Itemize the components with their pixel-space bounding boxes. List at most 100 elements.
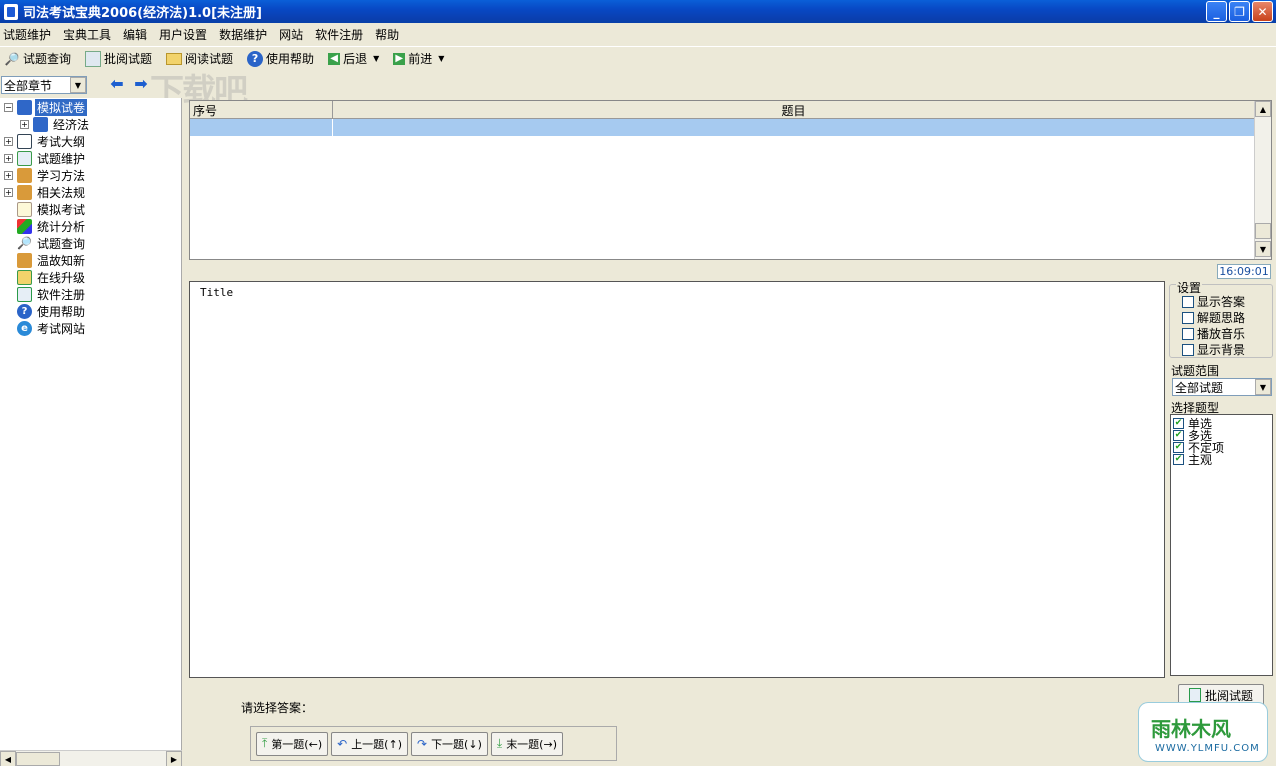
menu-item-edit[interactable]: 编辑 bbox=[123, 26, 147, 43]
close-button[interactable]: ✕ bbox=[1252, 1, 1273, 22]
tree-item-question-maintenance[interactable]: + 试题维护 bbox=[4, 150, 87, 167]
checkbox-checked-icon[interactable]: ✔ bbox=[1173, 441, 1184, 453]
tree-item-exam-website[interactable]: e 考试网站 bbox=[17, 320, 87, 337]
forward-dropdown-icon[interactable]: ▼ bbox=[438, 54, 444, 63]
app-icon bbox=[4, 3, 18, 20]
scroll-thumb[interactable] bbox=[16, 752, 60, 766]
next-question-button[interactable]: ↷ 下一题(↓) bbox=[411, 731, 488, 756]
chapter-select[interactable]: 全部章节 ▼ bbox=[1, 76, 87, 94]
checkbox-checked-icon[interactable]: ✔ bbox=[1173, 453, 1184, 465]
window-title: 司法考试宝典2006(经济法)1.0[未注册] bbox=[23, 6, 262, 21]
column-header-index[interactable]: 序号 bbox=[190, 101, 333, 119]
expand-icon[interactable]: + bbox=[20, 120, 29, 129]
folder-icon bbox=[17, 270, 32, 285]
grade-toolbar-button[interactable]: 批阅试题 bbox=[85, 50, 152, 67]
checkbox-checked-icon[interactable]: ✔ bbox=[1173, 417, 1184, 429]
tree-item-mock-exam[interactable]: 模拟考试 bbox=[17, 201, 87, 218]
help-button[interactable]: ? 使用帮助 bbox=[247, 50, 314, 67]
bag-icon bbox=[17, 185, 32, 200]
title-bar: 司法考试宝典2006(经济法)1.0[未注册] _ ❐ ✕ bbox=[0, 0, 1276, 23]
cubes-icon bbox=[17, 219, 32, 234]
checkbox-icon[interactable] bbox=[1182, 343, 1194, 356]
tree-item-study-methods[interactable]: + 学习方法 bbox=[4, 167, 87, 184]
tree-item-economic-law[interactable]: + 经济法 bbox=[20, 116, 91, 133]
forward-button[interactable]: ▶ 前进 ▼ bbox=[393, 50, 444, 67]
tree-item-question-query[interactable]: 🔎 试题查询 bbox=[17, 235, 87, 252]
tree-item-statistics[interactable]: 统计分析 bbox=[17, 218, 87, 235]
checkbox-icon[interactable] bbox=[1182, 327, 1194, 340]
expand-icon[interactable]: + bbox=[4, 171, 13, 180]
tree-item-help[interactable]: ? 使用帮助 bbox=[17, 303, 87, 320]
tree-item-review[interactable]: 温故知新 bbox=[17, 252, 87, 269]
settings-group: 设置 显示答案 解题思路 播放音乐 显示背景 bbox=[1169, 279, 1273, 358]
menu-item-website[interactable]: 网站 bbox=[279, 26, 303, 43]
checkbox-icon[interactable] bbox=[1182, 295, 1194, 308]
checkbox-icon[interactable] bbox=[1182, 311, 1194, 324]
document-icon bbox=[1188, 688, 1201, 702]
back-dropdown-icon[interactable]: ▼ bbox=[373, 54, 379, 63]
tree-item-mock-papers[interactable]: − 模拟试卷 bbox=[4, 99, 88, 116]
chevron-down-icon[interactable]: ▼ bbox=[1255, 379, 1271, 395]
menu-item-help[interactable]: 帮助 bbox=[375, 26, 399, 43]
tree-item-related-laws[interactable]: + 相关法规 bbox=[4, 184, 87, 201]
timer: 16:09:01 bbox=[1217, 264, 1271, 279]
query-button[interactable]: 🔎 试题查询 bbox=[4, 50, 72, 67]
scroll-up-icon[interactable]: ▲ bbox=[1255, 101, 1271, 117]
magnifier-icon: 🔎 bbox=[4, 51, 20, 66]
tree-item-syllabus[interactable]: + 考试大纲 bbox=[4, 133, 87, 150]
open-book-icon bbox=[17, 134, 32, 149]
question-list: 序号 题目 ▲ ▼ bbox=[189, 100, 1272, 260]
logo-url: WWW.YLMFU.COM bbox=[1155, 743, 1260, 754]
scroll-left-icon[interactable]: ◀ bbox=[0, 751, 16, 766]
previous-question-button[interactable]: ↶ 上一题(↑) bbox=[331, 731, 408, 756]
column-header-title[interactable]: 题目 bbox=[333, 101, 1255, 119]
document-icon bbox=[17, 287, 32, 302]
question-text-panel[interactable]: Title bbox=[189, 281, 1165, 678]
checkbox-show-background[interactable]: 显示背景 bbox=[1182, 341, 1245, 358]
browser-icon: e bbox=[17, 321, 32, 336]
menu-item-data-maintenance[interactable]: 数据维护 bbox=[219, 26, 267, 43]
tree-horizontal-scrollbar[interactable]: ◀ ▶ bbox=[0, 750, 182, 766]
logo-name: 雨林木风 bbox=[1151, 717, 1231, 741]
checkbox-solution-hints[interactable]: 解题思路 bbox=[1182, 309, 1245, 326]
type-item-subjective[interactable]: ✔ 主观 bbox=[1173, 453, 1212, 467]
expand-icon[interactable]: + bbox=[4, 154, 13, 163]
collapse-icon[interactable]: − bbox=[4, 103, 13, 112]
minimize-button[interactable]: _ bbox=[1206, 1, 1227, 22]
book-icon bbox=[33, 117, 48, 132]
folder-icon bbox=[166, 52, 183, 65]
redo-arrow-icon: ↷ bbox=[417, 736, 428, 751]
menu-item-user-settings[interactable]: 用户设置 bbox=[159, 26, 207, 43]
navigation-tree: − 模拟试卷 + 经济法 + 考试大纲 + 试题维护 + 学习方法 + 相关法规… bbox=[0, 98, 182, 750]
tree-back-icon[interactable]: ⬅ bbox=[108, 74, 126, 93]
scroll-down-icon[interactable]: ▼ bbox=[1255, 241, 1271, 257]
last-question-button[interactable]: ⤓ 末一题(→) bbox=[490, 731, 563, 756]
checkbox-play-music[interactable]: 播放音乐 bbox=[1182, 325, 1245, 342]
tree-item-online-upgrade[interactable]: 在线升级 bbox=[17, 269, 87, 286]
menu-item-tools[interactable]: 宝典工具 bbox=[63, 26, 111, 43]
grid-vertical-scrollbar[interactable]: ▲ ▼ bbox=[1254, 101, 1271, 259]
cell-index bbox=[190, 119, 333, 136]
checkbox-show-answer[interactable]: 显示答案 bbox=[1182, 293, 1245, 310]
back-arrow-icon: ◀ bbox=[328, 52, 341, 65]
menu-item-registration[interactable]: 软件注册 bbox=[315, 26, 363, 43]
tree-forward-icon[interactable]: ➡ bbox=[132, 74, 150, 93]
restore-button[interactable]: ❐ bbox=[1229, 1, 1250, 22]
expand-icon[interactable]: + bbox=[4, 188, 13, 197]
chevron-down-icon[interactable]: ▼ bbox=[70, 77, 86, 93]
scroll-right-icon[interactable]: ▶ bbox=[166, 751, 182, 766]
menu-bar: 试题维护 宝典工具 编辑 用户设置 数据维护 网站 软件注册 帮助 bbox=[0, 24, 1276, 44]
back-button[interactable]: ◀ 后退 ▼ bbox=[328, 50, 379, 67]
expand-icon[interactable]: + bbox=[4, 137, 13, 146]
last-arrow-icon: ⤓ bbox=[496, 736, 503, 750]
first-question-button[interactable]: ⤒ 第一题(←) bbox=[256, 731, 329, 756]
scroll-thumb[interactable] bbox=[1255, 223, 1271, 239]
checkbox-checked-icon[interactable]: ✔ bbox=[1173, 429, 1184, 441]
table-row[interactable] bbox=[190, 119, 1255, 136]
menu-item-question-maintenance[interactable]: 试题维护 bbox=[3, 26, 51, 43]
document-edit-icon bbox=[17, 151, 32, 166]
magnifier-icon: 🔎 bbox=[17, 236, 32, 250]
document-icon bbox=[85, 50, 102, 67]
range-select[interactable]: 全部试题 ▼ bbox=[1172, 378, 1272, 396]
tree-item-registration[interactable]: 软件注册 bbox=[17, 286, 87, 303]
